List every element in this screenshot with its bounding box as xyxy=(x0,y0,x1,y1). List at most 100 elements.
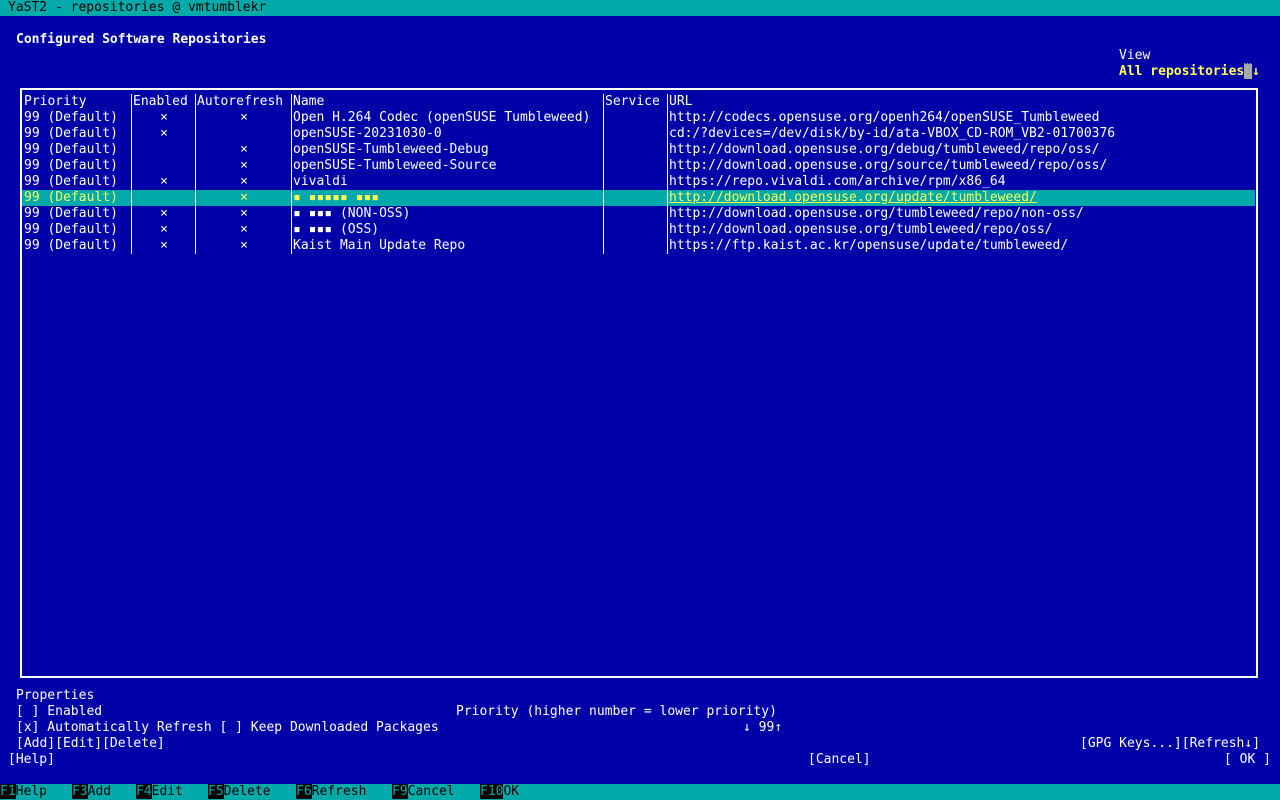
keep-packages-checkbox[interactable]: [ ] Keep Downloaded Packages xyxy=(220,720,439,735)
cell-enabled: × xyxy=(160,238,168,253)
cell-service xyxy=(605,222,668,238)
priority-up-icon[interactable]: ↑ xyxy=(774,720,782,735)
page-title: Configured Software Repositories xyxy=(16,32,267,47)
priority-value[interactable]: 99 xyxy=(759,720,775,735)
view-select-value: All repositories xyxy=(1119,64,1245,79)
checkbox-row: [x] Automatically Refresh [ ] Keep Downl… xyxy=(16,720,439,736)
table-row[interactable]: 99 (Default) × × Kaist Main Update Repo http… xyxy=(22,238,1255,254)
cell-enabled: × xyxy=(160,110,168,125)
fkey-key: F10 xyxy=(480,784,504,799)
table-row[interactable]: 99 (Default) × openSUSE-Tumbleweed-Source h… xyxy=(22,158,1255,174)
cell-url: http://download.opensuse.org/tumbleweed/… xyxy=(669,222,1053,237)
window-title: YaST2 - repositories @ vmtumblekr xyxy=(8,0,267,15)
cell-autorefresh: × xyxy=(240,110,248,125)
repositories-table[interactable]: Priority Enabled Autorefresh Name Servic… xyxy=(22,94,1255,254)
fkey-label: Add xyxy=(87,784,112,799)
table-row[interactable]: 99 (Default) × × ▪ ▪▪▪ (OSS) http://download… xyxy=(22,222,1255,238)
fkey-add[interactable]: F3Add xyxy=(72,784,111,800)
fkey-refresh[interactable]: F6Refresh xyxy=(296,784,366,800)
fkey-edit[interactable]: F4Edit xyxy=(136,784,183,800)
add-button[interactable]: [Add] xyxy=(16,736,55,751)
table-header-row: Priority Enabled Autorefresh Name Servic… xyxy=(22,94,1255,110)
cell-service xyxy=(605,190,668,206)
cell-enabled xyxy=(133,158,196,174)
cell-enabled xyxy=(133,190,196,206)
fkey-label: Help xyxy=(15,784,47,799)
repo-actions: [GPG Keys...][Refresh↓] xyxy=(1080,736,1260,752)
cell-name: Kaist Main Update Repo xyxy=(293,238,466,253)
column-header-priority[interactable]: Priority xyxy=(22,94,132,110)
cell-name: ▪ ▪▪▪ (NON-OSS) xyxy=(293,206,411,221)
help-button[interactable]: [Help] xyxy=(8,752,55,768)
column-header-enabled[interactable]: Enabled xyxy=(133,94,196,110)
cell-enabled: × xyxy=(160,174,168,189)
fkey-ok[interactable]: F10OK xyxy=(480,784,519,800)
ok-button[interactable]: [ OK ] xyxy=(1224,752,1271,768)
cell-autorefresh: × xyxy=(240,158,248,173)
fkey-label: Refresh xyxy=(311,784,367,799)
cell-service xyxy=(605,206,668,222)
cell-service xyxy=(605,110,668,126)
cancel-button[interactable]: [Cancel] xyxy=(808,752,871,768)
cell-autorefresh: × xyxy=(240,174,248,189)
delete-button[interactable]: [Delete] xyxy=(102,736,165,751)
fkey-label: Edit xyxy=(151,784,183,799)
view-select[interactable]: All repositories▒↓ xyxy=(1119,64,1260,80)
fkey-label: Cancel xyxy=(407,784,455,799)
cell-autorefresh: × xyxy=(240,222,248,237)
cell-priority: 99 (Default) xyxy=(24,158,118,173)
cell-name: openSUSE-20231030-0 xyxy=(293,126,442,141)
fkey-cancel[interactable]: F9Cancel xyxy=(392,784,455,800)
chevron-down-icon: ↓ xyxy=(1252,64,1260,79)
cell-autorefresh: × xyxy=(197,190,292,206)
cell-name: Open H.264 Codec (openSUSE Tumbleweed) xyxy=(293,110,591,125)
table-row[interactable]: 99 (Default) × openSUSE-20231030-0 cd:/?dev… xyxy=(22,126,1255,142)
table-row[interactable]: 99 (Default) × openSUSE-Tumbleweed-Debug ht… xyxy=(22,142,1255,158)
function-key-bar: F1Help F3Add F4Edit F5Delete F6Refresh F… xyxy=(0,784,1280,800)
fkey-label: Delete xyxy=(223,784,271,799)
table-row[interactable]: 99 (Default) × ▪ ▪▪▪▪▪ ▪▪▪ http://download.… xyxy=(22,190,1255,206)
fkey-delete[interactable]: F5Delete xyxy=(208,784,271,800)
cell-priority: 99 (Default) xyxy=(24,238,118,253)
row-actions: [Add][Edit][Delete] xyxy=(16,736,165,752)
fkey-key: F6 xyxy=(296,784,312,799)
refresh-button[interactable]: [Refresh↓] xyxy=(1182,736,1260,751)
cell-service xyxy=(605,126,668,142)
cell-enabled: × xyxy=(160,222,168,237)
cell-service xyxy=(605,174,668,190)
cell-name: ▪ ▪▪▪▪▪ ▪▪▪ xyxy=(293,190,604,206)
table-row[interactable]: 99 (Default) × × Open H.264 Codec (openSUSE… xyxy=(22,110,1255,126)
cell-url: http://download.opensuse.org/tumbleweed/… xyxy=(669,206,1084,221)
column-header-service[interactable]: Service xyxy=(605,94,668,110)
fkey-help[interactable]: F1Help xyxy=(0,784,47,800)
column-header-name[interactable]: Name xyxy=(293,94,604,110)
enabled-checkbox[interactable]: [ ] Enabled xyxy=(16,704,102,720)
column-header-autorefresh[interactable]: Autorefresh xyxy=(197,94,292,110)
edit-button[interactable]: [Edit] xyxy=(55,736,102,751)
column-header-url[interactable]: URL xyxy=(669,94,1255,110)
cell-priority: 99 (Default) xyxy=(24,142,118,157)
fkey-key: F5 xyxy=(208,784,224,799)
priority-down-icon[interactable]: ↓ xyxy=(743,720,751,735)
table-row[interactable]: 99 (Default) × × vivaldi https://repo.vivald… xyxy=(22,174,1255,190)
cell-service xyxy=(605,238,668,254)
gpg-keys-button[interactable]: [GPG Keys...] xyxy=(1080,736,1182,751)
cell-enabled: × xyxy=(160,206,168,221)
table-row[interactable]: 99 (Default) × × ▪ ▪▪▪ (NON-OSS) http://down… xyxy=(22,206,1255,222)
fkey-key: F4 xyxy=(136,784,152,799)
fkey-key: F9 xyxy=(392,784,408,799)
fkey-key: F1 xyxy=(0,784,16,799)
cell-url: http://download.opensuse.org/debug/tumbl… xyxy=(669,142,1100,157)
cell-name: vivaldi xyxy=(293,174,348,189)
cell-url: https://repo.vivaldi.com/archive/rpm/x86… xyxy=(669,174,1006,189)
cell-url: cd:/?devices=/dev/disk/by-id/ata-VBOX_CD… xyxy=(669,126,1116,141)
cell-name: openSUSE-Tumbleweed-Debug xyxy=(293,142,489,157)
cell-name: ▪ ▪▪▪ (OSS) xyxy=(293,222,380,237)
cell-priority: 99 (Default) xyxy=(22,190,132,206)
properties-label: Properties xyxy=(16,688,95,703)
priority-label: Priority (higher number = lower priority… xyxy=(456,704,777,719)
priority-stepper[interactable]: ↓ 99↑ xyxy=(743,720,782,736)
view-select-block: ▒ xyxy=(1244,64,1253,79)
cell-priority: 99 (Default) xyxy=(24,126,118,141)
auto-refresh-checkbox[interactable]: [x] Automatically Refresh xyxy=(16,720,212,735)
